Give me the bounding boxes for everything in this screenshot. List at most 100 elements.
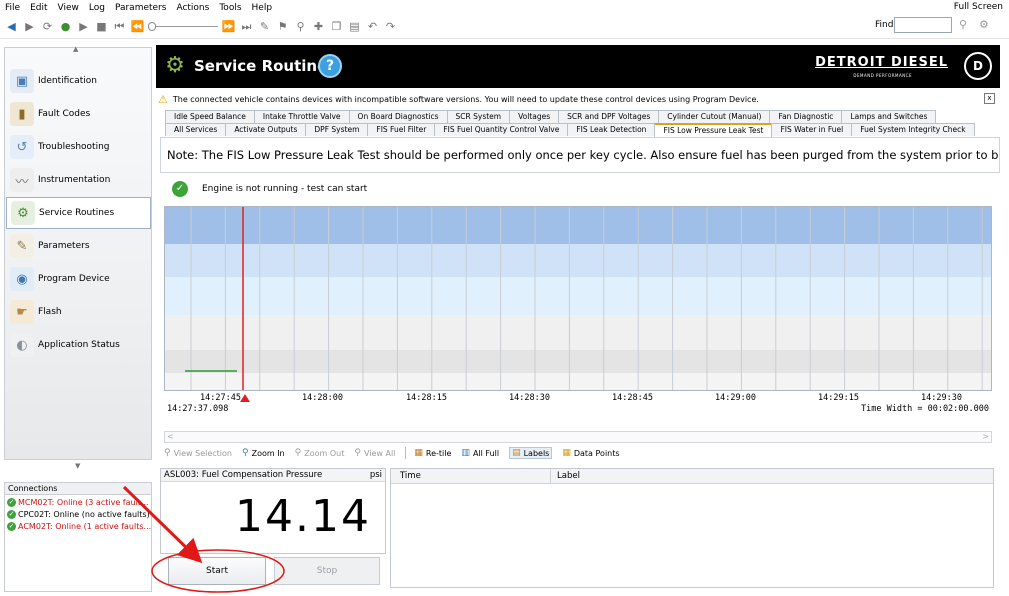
tab-cylinder-cutout[interactable]: Cylinder Cutout (Manual) <box>658 110 771 123</box>
sidebar-item-instrumentation[interactable]: 〰 Instrumentation <box>6 164 151 196</box>
stop-button[interactable]: Stop <box>274 557 380 585</box>
find-options-icon[interactable]: ⚙ <box>979 18 989 31</box>
help-button[interactable]: ? <box>318 54 342 78</box>
fault-codes-icon: ▮ <box>10 102 34 126</box>
chart-band <box>165 207 991 244</box>
tab-all-services[interactable]: All Services <box>165 123 227 136</box>
labels-grid: Time Label <box>390 468 994 588</box>
all-full-button[interactable]: ▥ All Full <box>461 448 499 458</box>
service-routines-icon: ⚙ <box>11 201 35 225</box>
online-check-icon: ✓ <box>7 521 16 531</box>
time-marker-icon[interactable] <box>240 394 250 402</box>
menu-tools[interactable]: Tools <box>214 3 246 13</box>
tab-scr-system[interactable]: SCR System <box>446 110 511 123</box>
back-icon[interactable]: ◀ <box>4 19 19 34</box>
sidebar-scroll-down-icon[interactable]: ▼ <box>75 462 80 470</box>
play-icon[interactable]: ▶ <box>76 19 91 34</box>
sidebar-item-program-device[interactable]: ◉ Program Device <box>6 263 151 295</box>
connection-item[interactable]: ✓ CPC02T: Online (no active faults) <box>5 508 151 520</box>
menu-log[interactable]: Log <box>84 3 110 13</box>
bookmark-icon[interactable]: ✎ <box>257 19 272 34</box>
skip-back-icon[interactable]: ⏮ <box>112 19 127 34</box>
menu-file[interactable]: File <box>0 3 25 13</box>
sidebar-item-service-routines[interactable]: ⚙ Service Routines <box>6 197 151 229</box>
sidebar-item-fault-codes[interactable]: ▮ Fault Codes <box>6 98 151 130</box>
playback-slider[interactable] <box>148 21 218 32</box>
column-header-label[interactable]: Label <box>551 469 993 483</box>
find-input[interactable] <box>894 17 952 33</box>
fast-forward-icon[interactable]: ⏩ <box>221 19 236 34</box>
close-warning-button[interactable]: x <box>984 93 995 104</box>
paste-icon[interactable]: ▤ <box>347 19 362 34</box>
labels-button[interactable]: ▤ Labels <box>509 447 553 459</box>
data-points-button[interactable]: ▦ Data Points <box>562 448 619 458</box>
tab-row-2: All Services Activate Outputs DPF System… <box>165 123 975 137</box>
connect-icon[interactable]: ● <box>58 19 73 34</box>
retile-button[interactable]: ▦ Re-tile <box>414 448 451 458</box>
tab-fis-low-pressure-leak-test[interactable]: FIS Low Pressure Leak Test <box>654 123 773 137</box>
connection-item[interactable]: ✓ ACM02T: Online (1 active faults... <box>5 520 151 532</box>
tab-lamps-and-switches[interactable]: Lamps and Switches <box>841 110 937 123</box>
sidebar-item-label: Fault Codes <box>38 109 91 119</box>
tab-dpf-system[interactable]: DPF System <box>305 123 369 136</box>
sidebar-item-troubleshooting[interactable]: ↺ Troubleshooting <box>6 131 151 163</box>
copy-icon[interactable]: ❐ <box>329 19 344 34</box>
menu-actions[interactable]: Actions <box>171 3 214 13</box>
rewind-icon[interactable]: ⏪ <box>130 19 145 34</box>
scroll-left-icon[interactable]: < <box>167 432 174 441</box>
redo-icon[interactable]: ↷ <box>383 19 398 34</box>
time-tick: 14:28:30 <box>509 393 550 403</box>
connections-title: Connections <box>5 483 151 495</box>
tab-voltages[interactable]: Voltages <box>509 110 560 123</box>
tab-row-1: Idle Speed Balance Intake Throttle Valve… <box>165 110 937 123</box>
zoom-in-icon: ⚲ <box>242 448 249 458</box>
chart-horizontal-scrollbar[interactable]: < > <box>164 431 992 443</box>
troubleshooting-icon: ↺ <box>10 135 34 159</box>
filter-icon[interactable]: ⚲ <box>293 19 308 34</box>
add-icon[interactable]: ✚ <box>311 19 326 34</box>
tab-activate-outputs[interactable]: Activate Outputs <box>225 123 307 136</box>
chart-band <box>165 315 991 350</box>
tab-idle-speed-balance[interactable]: Idle Speed Balance <box>165 110 255 123</box>
flag-icon[interactable]: ⚑ <box>275 19 290 34</box>
skip-forward-icon[interactable]: ⏭ <box>239 19 254 34</box>
sidebar-item-application-status[interactable]: ◐ Application Status <box>6 329 151 361</box>
refresh-icon[interactable]: ⟳ <box>40 19 55 34</box>
zoom-in-button[interactable]: ⚲ Zoom In <box>242 448 285 458</box>
tab-scr-and-dpf-voltages[interactable]: SCR and DPF Voltages <box>558 110 660 123</box>
full-screen-link[interactable]: Full Screen <box>954 2 1003 12</box>
application-status-icon: ◐ <box>10 333 34 357</box>
tab-fan-diagnostic[interactable]: Fan Diagnostic <box>769 110 843 123</box>
connection-item[interactable]: ✓ MCM02T: Online (3 active fault... <box>5 496 151 508</box>
tab-intake-throttle-valve[interactable]: Intake Throttle Valve <box>253 110 350 123</box>
tab-on-board-diagnostics[interactable]: On Board Diagnostics <box>348 110 448 123</box>
tab-fis-fuel-filter[interactable]: FIS Fuel Filter <box>367 123 436 136</box>
sidebar-item-parameters[interactable]: ✎ Parameters <box>6 230 151 262</box>
menu-parameters[interactable]: Parameters <box>110 3 172 13</box>
sidebar-item-flash[interactable]: ☛ Flash <box>6 296 151 328</box>
tab-fis-leak-detection[interactable]: FIS Leak Detection <box>567 123 656 136</box>
zoom-out-button[interactable]: ⚲ Zoom Out <box>295 448 345 458</box>
sidebar-scroll-up-icon[interactable]: ▲ <box>73 45 78 53</box>
sidebar: ▲ ▣ Identification ▮ Fault Codes ↺ Troub… <box>4 45 152 460</box>
trend-chart[interactable] <box>164 206 992 391</box>
menu-view[interactable]: View <box>53 3 84 13</box>
forward-icon[interactable]: ▶ <box>22 19 37 34</box>
find-next-icon[interactable]: ⚲ <box>959 18 967 31</box>
tab-fis-fuel-quantity-control-valve[interactable]: FIS Fuel Quantity Control Valve <box>434 123 569 136</box>
stop-icon[interactable]: ■ <box>94 19 109 34</box>
sidebar-item-identification[interactable]: ▣ Identification <box>6 65 151 97</box>
menu-help[interactable]: Help <box>247 3 278 13</box>
find-label: Find <box>875 20 894 30</box>
tab-fuel-system-integrity-check[interactable]: Fuel System Integrity Check <box>851 123 975 136</box>
scroll-right-icon[interactable]: > <box>982 432 989 441</box>
view-selection-button[interactable]: ⚲ View Selection <box>164 448 232 458</box>
time-tick: 14:27:45 <box>200 393 241 403</box>
view-all-button[interactable]: ⚲ View All <box>354 448 395 458</box>
menu-edit[interactable]: Edit <box>25 3 52 13</box>
start-button[interactable]: Start <box>168 557 266 585</box>
undo-icon[interactable]: ↶ <box>365 19 380 34</box>
tab-fis-water-in-fuel[interactable]: FIS Water in Fuel <box>771 123 853 136</box>
column-header-time[interactable]: Time <box>391 469 551 483</box>
magnifier-icon: ⚲ <box>164 448 171 458</box>
